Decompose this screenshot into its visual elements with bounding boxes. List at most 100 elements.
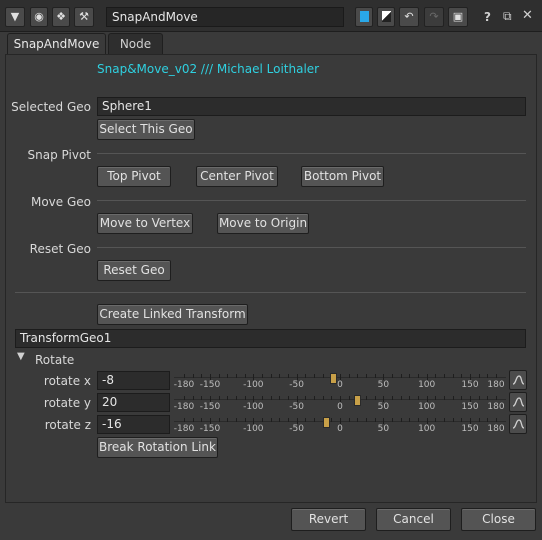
slider-tick-label: -180 — [173, 424, 195, 434]
slider-tick — [461, 418, 463, 422]
tab-node[interactable]: Node — [108, 33, 163, 54]
slider-tick-label: 150 — [461, 424, 479, 434]
divider — [97, 247, 526, 248]
slider-tick-label: -50 — [289, 380, 305, 390]
slider-tick — [236, 418, 237, 422]
slider-tick — [192, 374, 194, 378]
slider-tick — [227, 374, 229, 378]
rotate-y-input[interactable]: 20 — [97, 393, 170, 412]
slider-knob[interactable] — [323, 417, 331, 428]
rotate-x-slider[interactable]: -180 -150 -100 -50 0 50 100 150 180 — [174, 371, 506, 391]
slider-tick — [218, 418, 220, 422]
center-pivot-button[interactable]: Center Pivot — [196, 166, 278, 187]
slider-tick — [444, 418, 445, 422]
slider-tick-label: -150 — [199, 402, 221, 412]
slider-tick-label: 0 — [337, 402, 343, 412]
slider-tick-label: -100 — [243, 424, 264, 434]
slider-tick — [392, 396, 393, 400]
selected-geo-field[interactable]: Sphere1 — [97, 97, 526, 116]
help-icon[interactable]: ? — [484, 10, 491, 24]
divider — [97, 200, 526, 201]
slider-tick-label: 180 — [487, 424, 505, 434]
slider-tick — [348, 418, 350, 422]
reset-geo-button[interactable]: Reset Geo — [97, 260, 171, 281]
close-button[interactable]: Close — [461, 508, 536, 531]
move-to-vertex-button[interactable]: Move to Vertex — [97, 213, 193, 234]
tab-snapandmove[interactable]: SnapAndMove — [7, 33, 106, 55]
slider-tick — [478, 396, 480, 400]
move-to-origin-button[interactable]: Move to Origin — [217, 213, 309, 234]
rotate-x-input[interactable]: -8 — [97, 371, 170, 390]
slider-tick — [487, 374, 489, 378]
collapse-triangle-icon[interactable]: ▼ — [17, 351, 25, 362]
slider-tick-label: -100 — [243, 380, 264, 390]
bottom-pivot-button[interactable]: Bottom Pivot — [301, 166, 384, 187]
slider-tick — [236, 396, 237, 400]
cancel-button[interactable]: Cancel — [376, 508, 451, 531]
slider-tick — [409, 396, 411, 400]
rotate-z-input[interactable]: -16 — [97, 415, 170, 434]
create-linked-transform-button[interactable]: Create Linked Transform — [97, 304, 248, 325]
collapse-arrow-icon[interactable]: ▼ — [5, 7, 25, 27]
slider-tick — [236, 374, 237, 378]
rotate-group-label: Rotate — [35, 353, 75, 367]
slider-tick — [288, 418, 289, 422]
move-geo-label: Move Geo — [30, 195, 91, 209]
slider-tick — [305, 396, 307, 400]
animation-curve-icon[interactable] — [509, 392, 527, 412]
rotate-z-slider[interactable]: -180 -150 -100 -50 0 50 100 150 180 — [174, 415, 506, 435]
snap-pivot-label: Snap Pivot — [27, 148, 91, 162]
undo-icon[interactable]: ↶ — [399, 7, 419, 27]
slider-tick — [374, 396, 376, 400]
slider-knob[interactable] — [330, 373, 338, 384]
slider-tick — [322, 396, 324, 400]
rotate-y-slider[interactable]: -180 -150 -100 -50 0 50 100 150 180 — [174, 393, 506, 413]
slider-tick — [270, 396, 272, 400]
rotate-y-label: rotate y — [43, 396, 91, 410]
redo-icon[interactable]: ↷ — [424, 7, 444, 27]
slider-tick — [418, 374, 419, 378]
maximize-icon[interactable]: ⧉ — [503, 9, 512, 24]
slider-tick — [374, 418, 376, 422]
wrench-icon[interactable]: ⚒ — [74, 7, 94, 27]
slider-tick — [288, 396, 289, 400]
slider-tick — [478, 374, 480, 378]
slider-knob[interactable] — [354, 395, 362, 406]
slider-tick — [201, 374, 203, 378]
node-name-field[interactable]: SnapAndMove — [106, 7, 344, 27]
slider-tick — [418, 396, 419, 400]
slider-tick-label: 0 — [337, 380, 343, 390]
section-divider — [15, 292, 526, 293]
slider-tick-label: 50 — [377, 424, 390, 434]
color-picker-icon[interactable] — [377, 7, 395, 27]
color-swatch-icon[interactable] — [355, 7, 373, 27]
slider-tick — [331, 396, 333, 400]
slider-tick — [270, 418, 272, 422]
animation-curve-icon[interactable] — [509, 370, 527, 390]
slider-tick — [322, 374, 324, 378]
select-this-geo-button[interactable]: Select This Geo — [97, 119, 195, 140]
slider-tick — [374, 374, 376, 378]
slider-tick — [201, 418, 203, 422]
slider-tick — [496, 396, 497, 400]
slider-tick — [400, 396, 402, 400]
top-pivot-button[interactable]: Top Pivot — [97, 166, 171, 187]
node-icon[interactable]: ❖ — [52, 7, 70, 27]
slider-tick — [461, 374, 463, 378]
animation-curve-icon[interactable] — [509, 414, 527, 434]
slider-tick — [409, 418, 411, 422]
revert-button[interactable]: Revert — [291, 508, 366, 531]
slider-tick — [218, 374, 220, 378]
slider-tick — [444, 374, 445, 378]
slider-tick — [184, 418, 185, 422]
break-rotation-link-button[interactable]: Break Rotation Link — [97, 437, 218, 458]
target-icon[interactable]: ◉ — [30, 7, 48, 27]
close-icon[interactable]: ✕ — [522, 8, 533, 23]
slider-tick-label: 50 — [377, 380, 390, 390]
transform-name-field[interactable]: TransformGeo1 — [15, 329, 526, 348]
slider-tick-label: -180 — [173, 380, 195, 390]
slider-tick-label: 100 — [418, 424, 436, 434]
float-panel-icon[interactable]: ▣ — [448, 7, 468, 27]
slider-tick — [452, 418, 454, 422]
slider-tick-label: 150 — [461, 402, 479, 412]
